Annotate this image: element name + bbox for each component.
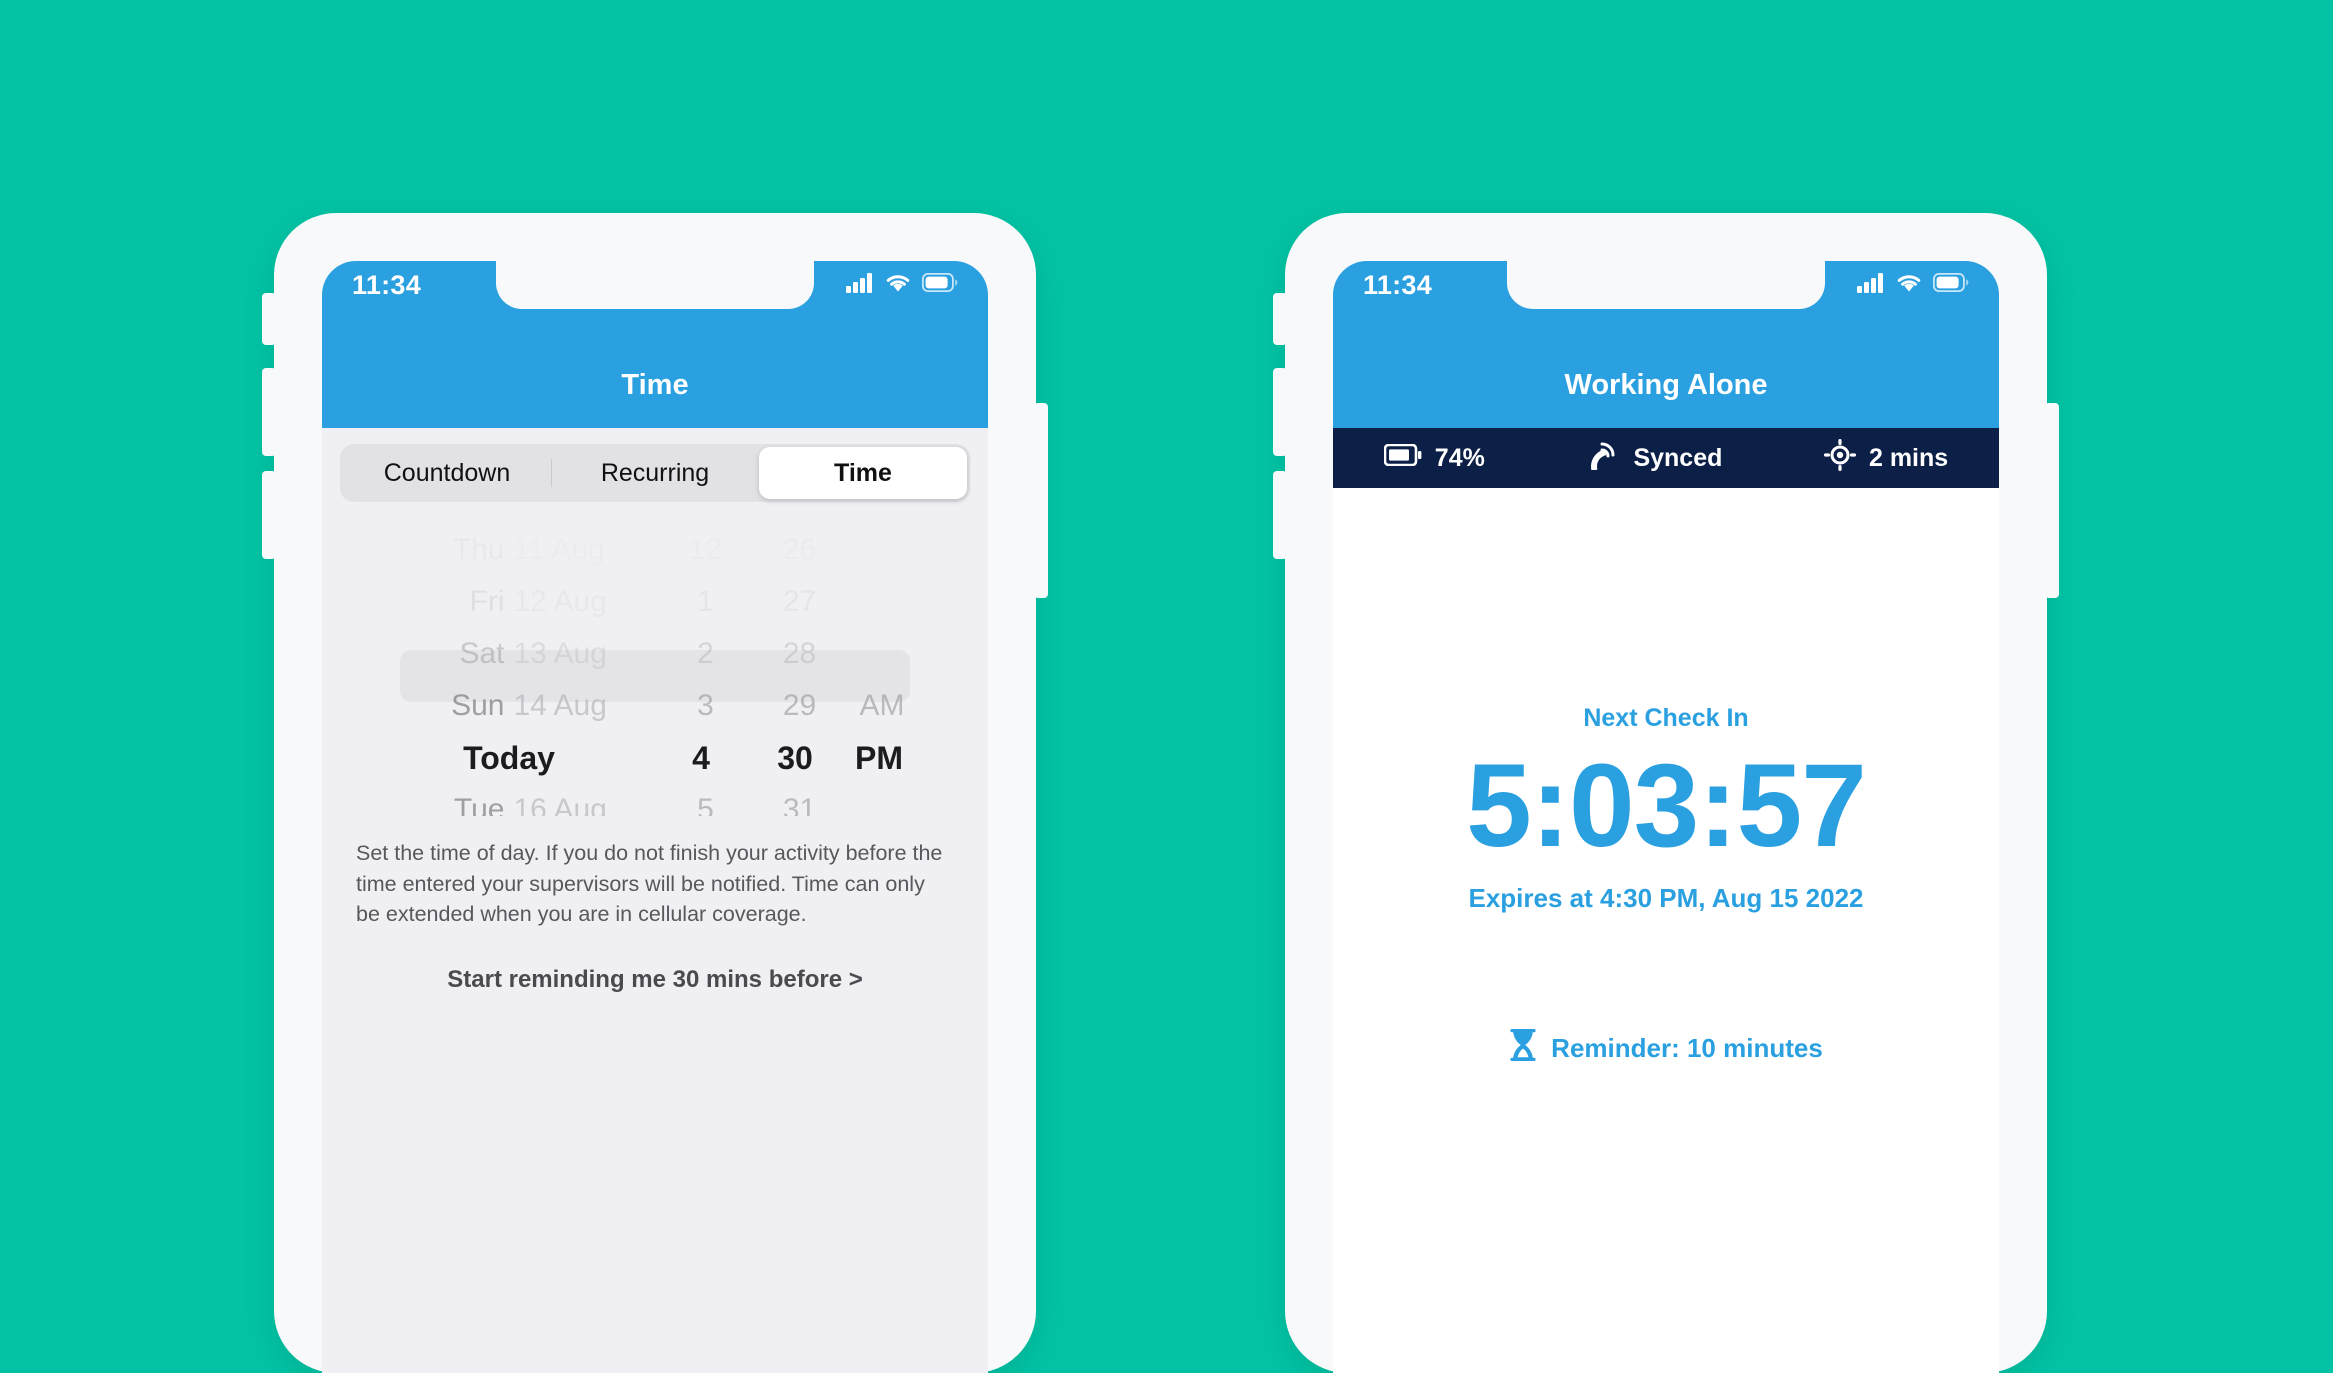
picker-ampm: PM: [855, 739, 903, 776]
nav-header-left: 11:34 Time: [322, 261, 988, 428]
wifi-icon: [885, 273, 911, 298]
reminder-label: Reminder: 10 minutes: [1551, 1033, 1823, 1063]
battery-icon: [921, 272, 958, 297]
picker-minute: 30: [777, 739, 813, 776]
picker-minute: 29: [782, 689, 817, 722]
reminder-link[interactable]: Start reminding me 30 mins before >: [322, 966, 988, 994]
silent-switch-button[interactable]: [262, 293, 276, 345]
nav-header-right: 11:34 Working Alone: [1333, 261, 1999, 428]
picker-hour: 3: [697, 689, 714, 722]
wifi-icon: [1896, 273, 1922, 298]
picker-hour: 12: [688, 536, 723, 566]
page-title-right: Working Alone: [1564, 369, 1768, 401]
picker-hour: 4: [692, 739, 710, 776]
picker-row[interactable]: Sat 13 Aug 2 28: [322, 628, 988, 680]
power-button-right[interactable]: [2045, 403, 2059, 598]
satellite-dish-icon: [1586, 440, 1620, 477]
picker-date: 13 Aug: [513, 637, 607, 670]
picker-hour: 1: [697, 585, 714, 618]
next-check-in-label: Next Check In: [1583, 704, 1749, 732]
picker-date: 16 Aug: [513, 793, 607, 816]
picker-ampm: AM: [859, 689, 905, 722]
battery-icon: [1383, 443, 1422, 473]
picker-row[interactable]: Today 4 30 PM: [322, 732, 988, 784]
status-battery-label: 74%: [1434, 443, 1485, 472]
phone-left: 11:34 Time Countdown Recurring Time Thu …: [262, 213, 1048, 1373]
picker-minute: 28: [782, 637, 817, 670]
tab-countdown[interactable]: Countdown: [343, 447, 551, 499]
content-right: Next Check In 5:03:57 Expires at 4:30 PM…: [1333, 488, 1999, 1373]
picker-minute: 27: [782, 585, 817, 618]
page-title: Time: [621, 369, 689, 401]
picker-date: 14 Aug: [513, 689, 607, 722]
status-time-right: 11:34: [1363, 269, 1433, 300]
volume-down-button-right[interactable]: [1273, 471, 1287, 559]
picker-day: Sun: [451, 689, 505, 722]
datetime-picker[interactable]: Thu 11 Aug 12 26 Fri 12 Aug 1 27 Sat 13 Aug 2 28 Sun…: [322, 536, 988, 816]
status-location-label: 2 mins: [1868, 443, 1949, 472]
picker-day: Thu: [452, 536, 505, 566]
description-text: Set the time of day. If you do not finis…: [356, 841, 943, 927]
picker-day: Today: [463, 739, 555, 776]
picker-day: Fri: [469, 585, 505, 618]
hourglass-icon: [1509, 1028, 1537, 1069]
signal-icon: [1857, 272, 1885, 298]
status-time: 11:34: [352, 269, 422, 300]
picker-hour: 5: [697, 793, 714, 816]
picker-row[interactable]: Fri 12 Aug 1 27: [322, 576, 988, 628]
power-button[interactable]: [1034, 403, 1048, 598]
device-status-strip: 74% Synced 2 mins: [1333, 428, 1999, 488]
volume-up-button-right[interactable]: [1273, 368, 1287, 456]
content-left: Countdown Recurring Time Thu 11 Aug 12 26 Fr…: [322, 428, 988, 1373]
expires-text: Expires at 4:30 PM, Aug 15 2022: [1468, 883, 1864, 913]
status-location[interactable]: 2 mins: [1823, 438, 1949, 478]
picker-minute: 26: [782, 536, 817, 566]
battery-icon: [1932, 272, 1969, 297]
screen-left: 11:34 Time Countdown Recurring Time Thu …: [322, 261, 988, 1373]
picker-date: 12 Aug: [513, 585, 607, 618]
notch: [496, 261, 814, 309]
picker-date: 11 Aug: [513, 536, 605, 566]
tab-time[interactable]: Time: [759, 447, 967, 499]
picker-row[interactable]: Tue 16 Aug 5 31: [322, 784, 988, 816]
screen-right: 11:34 Working Alone 74% Synced 2 mins Ne…: [1333, 261, 1999, 1373]
picker-minute: 31: [782, 793, 817, 816]
segmented-control[interactable]: Countdown Recurring Time: [340, 444, 970, 502]
volume-down-button[interactable]: [262, 471, 276, 559]
tab-recurring[interactable]: Recurring: [551, 447, 759, 499]
picker-hour: 2: [697, 637, 714, 670]
volume-up-button[interactable]: [262, 368, 276, 456]
notch: [1507, 261, 1825, 309]
picker-day: Sat: [459, 637, 505, 670]
signal-icon: [846, 272, 874, 298]
picker-row[interactable]: Thu 11 Aug 12 26: [322, 536, 988, 576]
gps-crosshair-icon: [1823, 438, 1856, 478]
silent-switch-button-right[interactable]: [1273, 293, 1287, 345]
status-battery[interactable]: 74%: [1383, 443, 1485, 473]
reminder-row[interactable]: Reminder: 10 minutes: [1333, 1028, 1999, 1069]
phone-right: 11:34 Working Alone 74% Synced 2 mins Ne…: [1273, 213, 2059, 1373]
picker-row[interactable]: Sun 14 Aug 3 29 AM: [322, 680, 988, 732]
picker-day: Tue: [453, 793, 505, 816]
status-sync-label: Synced: [1633, 443, 1723, 472]
status-sync[interactable]: Synced: [1586, 440, 1722, 477]
countdown-timer: 5:03:57: [1466, 740, 1867, 872]
